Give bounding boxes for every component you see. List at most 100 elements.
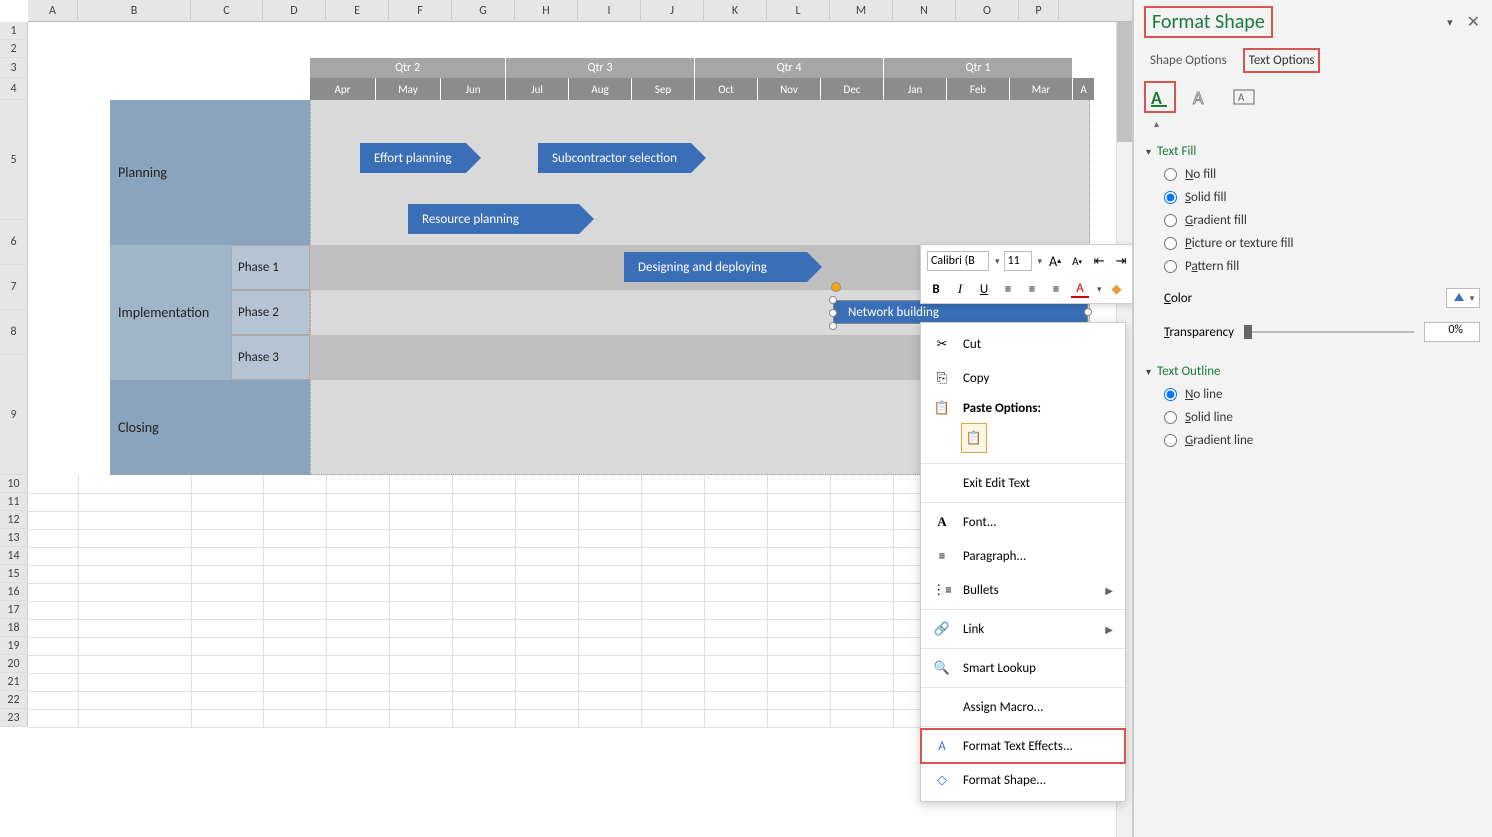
col-header-N[interactable]: N — [893, 0, 956, 22]
font-color-icon[interactable]: A — [1071, 280, 1089, 298]
ctx-cut[interactable]: ✂ Cut — [921, 327, 1125, 361]
color-picker-button[interactable]: ▾ — [1446, 288, 1480, 308]
col-header-D[interactable]: D — [263, 0, 326, 22]
row-header-15[interactable]: 15 — [0, 565, 28, 583]
row-header-14[interactable]: 14 — [0, 547, 28, 565]
chevron-down-icon[interactable]: ▾ — [1097, 284, 1102, 295]
row-header-11[interactable]: 11 — [0, 493, 28, 511]
transparency-slider[interactable] — [1244, 331, 1414, 333]
align-left-icon[interactable]: ≡ — [999, 280, 1017, 298]
ctx-format-shape[interactable]: ◇ Format Shape... — [921, 763, 1125, 797]
selection-handle[interactable] — [829, 296, 837, 304]
col-header-C[interactable]: C — [191, 0, 263, 22]
col-header-P[interactable]: P — [1019, 0, 1059, 22]
ctx-link[interactable]: 🔗 Link ▶ — [921, 612, 1125, 646]
radio-no-fill[interactable]: No fill — [1164, 167, 1480, 182]
radio-no-line[interactable]: No line — [1164, 387, 1480, 402]
selection-handle[interactable] — [1084, 308, 1092, 316]
row-header-23[interactable]: 23 — [0, 709, 28, 727]
radio-pattern-fill[interactable]: Pattern fill — [1164, 259, 1480, 274]
col-header-E[interactable]: E — [326, 0, 389, 22]
row-header-8[interactable]: 8 — [0, 310, 28, 355]
rotation-handle[interactable] — [831, 282, 841, 292]
text-effects-icon[interactable]: A — [1188, 83, 1216, 111]
col-header-K[interactable]: K — [704, 0, 767, 22]
row-header-9[interactable]: 9 — [0, 355, 28, 475]
row-header-18[interactable]: 18 — [0, 619, 28, 637]
format-painter-icon[interactable]: ◆ — [1108, 280, 1126, 298]
align-right-icon[interactable]: ≡ — [1047, 280, 1065, 298]
transparency-input[interactable]: 0% — [1424, 322, 1480, 342]
row-header-10[interactable]: 10 — [0, 475, 28, 493]
task-resource-planning[interactable]: Resource planning — [408, 204, 594, 234]
ctx-bullets[interactable]: ⋮≡ Bullets ▶ — [921, 573, 1125, 607]
row-header-21[interactable]: 21 — [0, 673, 28, 691]
increase-indent-icon[interactable]: ⇥ — [1112, 252, 1130, 270]
row-header-1[interactable]: 1 — [0, 22, 28, 40]
underline-button[interactable]: U — [975, 280, 993, 298]
ctx-assign-macro[interactable]: Assign Macro... — [921, 690, 1125, 724]
decrease-font-icon[interactable]: A▾ — [1068, 252, 1086, 270]
paste-option-button[interactable]: 📋 — [961, 423, 987, 453]
col-header-L[interactable]: L — [767, 0, 830, 22]
row-header-17[interactable]: 17 — [0, 601, 28, 619]
task-subcontractor[interactable]: Subcontractor selection — [538, 143, 706, 173]
decrease-indent-icon[interactable]: ⇤ — [1090, 252, 1108, 270]
worksheet-area[interactable]: A B C D E F G H I J K L M N O P 1 2 3 4 … — [0, 0, 1133, 837]
row-header-3[interactable]: 3 — [0, 58, 28, 78]
text-fill-heading[interactable]: Text Fill — [1146, 144, 1480, 159]
radio-gradient-fill[interactable]: Gradient fill — [1164, 213, 1480, 228]
selection-handle[interactable] — [829, 309, 837, 317]
increase-font-icon[interactable]: A▴ — [1046, 252, 1064, 270]
row-header-5[interactable]: 5 — [0, 100, 28, 220]
tab-text-options[interactable]: Text Options — [1245, 50, 1319, 71]
align-center-icon[interactable]: ≡ — [1023, 280, 1041, 298]
row-header-13[interactable]: 13 — [0, 529, 28, 547]
col-header-H[interactable]: H — [515, 0, 578, 22]
font-name-input[interactable] — [927, 251, 989, 271]
row-header-6[interactable]: 6 — [0, 220, 28, 265]
row-header-22[interactable]: 22 — [0, 691, 28, 709]
col-header-G[interactable]: G — [452, 0, 515, 22]
row-header-16[interactable]: 16 — [0, 583, 28, 601]
col-header-O[interactable]: O — [956, 0, 1019, 22]
col-header-F[interactable]: F — [389, 0, 452, 22]
italic-button[interactable]: I — [951, 280, 969, 298]
col-header-B[interactable]: B — [78, 0, 191, 22]
row-header-12[interactable]: 12 — [0, 511, 28, 529]
radio-picture-fill[interactable]: Picture or texture fill — [1164, 236, 1480, 251]
chevron-down-icon[interactable]: ▾ — [995, 256, 1000, 267]
radio-solid-fill[interactable]: Solid fill — [1164, 190, 1480, 205]
ctx-paragraph[interactable]: ≡ Paragraph... — [921, 539, 1125, 573]
ctx-smart-lookup[interactable]: 🔍 Smart Lookup — [921, 651, 1125, 685]
scrollbar-thumb[interactable] — [1117, 22, 1132, 142]
bold-button[interactable]: B — [927, 280, 945, 298]
radio-gradient-line[interactable]: Gradient line — [1164, 433, 1480, 448]
ctx-exit-edit-text[interactable]: Exit Edit Text — [921, 466, 1125, 500]
radio-solid-line[interactable]: Solid line — [1164, 410, 1480, 425]
col-header-M[interactable]: M — [830, 0, 893, 22]
row-header-4[interactable]: 4 — [0, 78, 28, 100]
selection-handle[interactable] — [829, 322, 837, 330]
ctx-format-text-effects[interactable]: A Format Text Effects... — [921, 729, 1125, 763]
col-header-A[interactable]: A — [28, 0, 78, 22]
chevron-down-icon[interactable]: ▾ — [1038, 256, 1043, 267]
text-outline-heading[interactable]: Text Outline — [1146, 364, 1480, 379]
pane-menu-icon[interactable]: ▾ — [1447, 16, 1453, 29]
tab-shape-options[interactable]: Shape Options — [1146, 50, 1231, 71]
ctx-font[interactable]: A Font... — [921, 505, 1125, 539]
font-size-input[interactable] — [1004, 251, 1032, 271]
text-fill-outline-icon[interactable]: A — [1146, 83, 1174, 111]
row-header-7[interactable]: 7 — [0, 265, 28, 310]
textbox-icon[interactable]: A — [1230, 83, 1258, 111]
row-header-20[interactable]: 20 — [0, 655, 28, 673]
col-header-I[interactable]: I — [578, 0, 641, 22]
task-designing[interactable]: Designing and deploying — [624, 252, 822, 282]
task-effort-planning[interactable]: Effort planning — [360, 143, 481, 173]
row-header-2[interactable]: 2 — [0, 40, 28, 58]
row-header-19[interactable]: 19 — [0, 637, 28, 655]
ctx-copy[interactable]: ⎘ Copy — [921, 361, 1125, 395]
col-header-J[interactable]: J — [641, 0, 704, 22]
close-icon[interactable]: ✕ — [1467, 12, 1480, 32]
slider-thumb[interactable] — [1244, 325, 1252, 339]
